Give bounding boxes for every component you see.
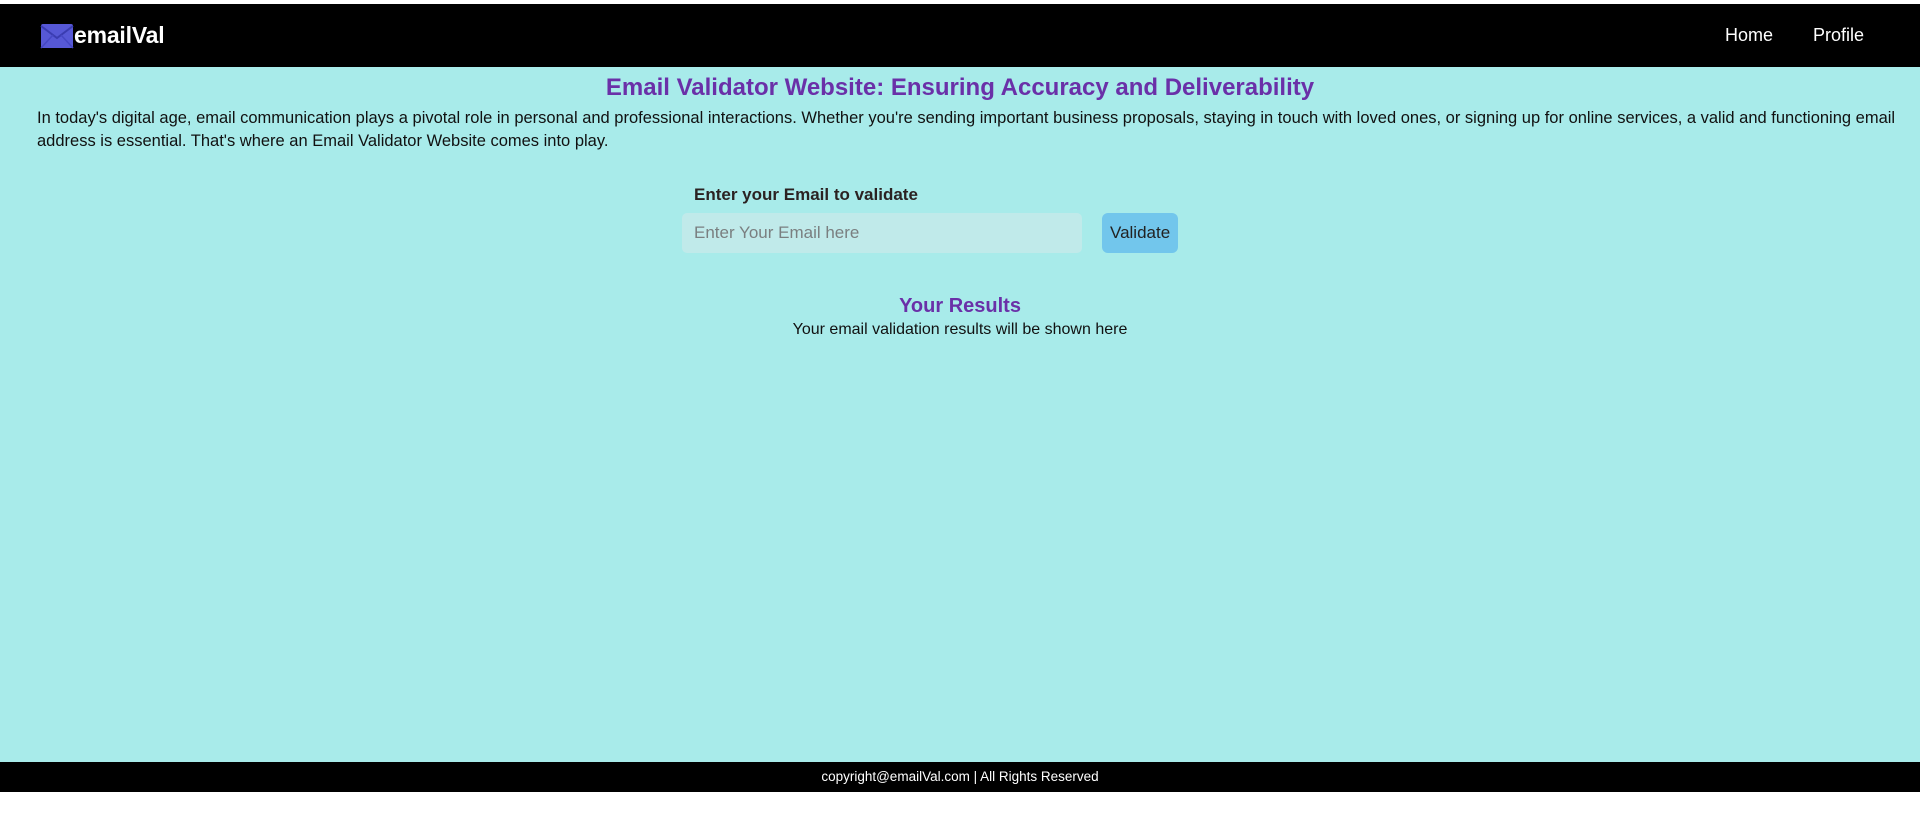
results-message: Your email validation results will be sh… [792,321,1128,338]
brand-name: emailVal [74,22,165,48]
page-title: Email Validator Website: Ensuring Accura… [605,74,1315,101]
nav-home-link[interactable]: Home [1725,25,1773,46]
intro-paragraph: In today's digital age, email communicat… [37,109,1896,150]
validate-button[interactable]: Validate [1102,213,1179,253]
envelope-icon [40,23,74,49]
nav-profile-link[interactable]: Profile [1813,25,1864,46]
footer: copyright@emailVal.com | All Rights Rese… [0,762,1920,792]
form-row: Validate [682,213,1202,253]
main-nav: Home Profile [1725,25,1864,46]
brand[interactable]: emailVal [40,22,165,49]
email-label: Enter your Email to validate [694,185,918,204]
results-section: Your Results Your email validation resul… [0,293,1920,339]
navbar: emailVal Home Profile [0,4,1920,67]
main-content: Email Validator Website: Ensuring Accura… [0,67,1920,762]
results-heading: Your Results [899,295,1021,317]
email-input[interactable] [682,213,1082,253]
validate-form: Enter your Email to validate Validate [682,185,1202,253]
